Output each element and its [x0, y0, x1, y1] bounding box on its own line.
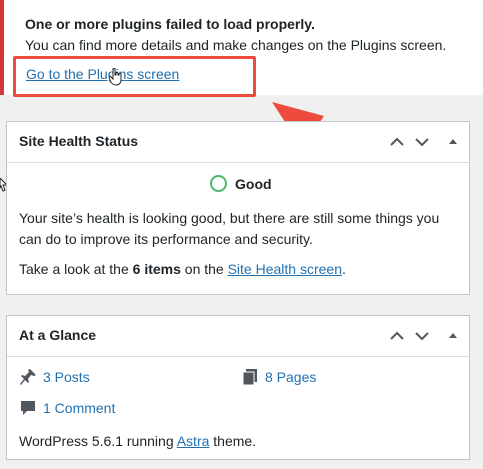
health-message: Your site’s health is looking good, but … — [19, 210, 440, 247]
chevron-up-icon — [390, 137, 404, 146]
pages-icon — [242, 369, 257, 386]
site-health-title: Site Health Status — [19, 133, 139, 149]
comments-count-label: 1 Comment — [43, 400, 116, 416]
health-status-label: Good — [235, 176, 272, 192]
notice-description: You can find more details and make chang… — [25, 37, 447, 53]
posts-count-label: 3 Posts — [43, 369, 90, 385]
go-to-plugins-link[interactable]: Go to the Plugins screen — [26, 66, 179, 82]
cta-count: 6 items — [132, 261, 181, 277]
comment-icon — [21, 401, 35, 415]
astra-theme-link[interactable]: Astra — [177, 433, 210, 449]
at-a-glance-header: At a Glance — [7, 316, 469, 357]
wordpress-version-text: WordPress 5.6.1 running Astra theme. — [19, 433, 256, 449]
toggle-panel-button[interactable] — [442, 131, 464, 153]
move-down-button[interactable] — [411, 325, 433, 347]
toggle-panel-button[interactable] — [442, 325, 464, 347]
plugin-error-notice: One or more plugins failed to load prope… — [0, 0, 483, 95]
notice-title: One or more plugins failed to load prope… — [25, 16, 315, 32]
move-up-button[interactable] — [386, 325, 408, 347]
health-cta: Take a look at the 6 items on the Site H… — [19, 261, 346, 277]
cta-prefix: Take a look at the — [19, 261, 133, 277]
move-down-button[interactable] — [411, 131, 433, 153]
wp-version-prefix: WordPress 5.6.1 running — [19, 433, 177, 449]
pages-count-label: 8 Pages — [265, 369, 317, 385]
status-circle-icon — [210, 175, 227, 192]
cta-middle: on the — [180, 261, 228, 277]
chevron-down-icon — [415, 332, 429, 341]
caret-up-icon — [449, 139, 457, 144]
caret-up-icon — [449, 333, 457, 338]
wp-version-suffix: theme. — [209, 433, 257, 449]
pushpin-icon — [20, 369, 36, 385]
hand-pointer-icon — [109, 68, 122, 86]
chevron-down-icon — [415, 138, 429, 147]
site-health-header: Site Health Status — [7, 122, 469, 163]
at-a-glance-title: At a Glance — [19, 327, 97, 343]
move-up-button[interactable] — [386, 131, 408, 153]
chevron-up-icon — [390, 331, 404, 340]
site-health-widget: Site Health Status Good Your site’s heal… — [6, 121, 470, 295]
cta-suffix: . — [342, 261, 346, 277]
site-health-screen-link[interactable]: Site Health screen — [228, 261, 342, 277]
at-a-glance-widget: At a Glance 3 Posts 8 Pages 1 Comment Wo… — [6, 315, 470, 460]
